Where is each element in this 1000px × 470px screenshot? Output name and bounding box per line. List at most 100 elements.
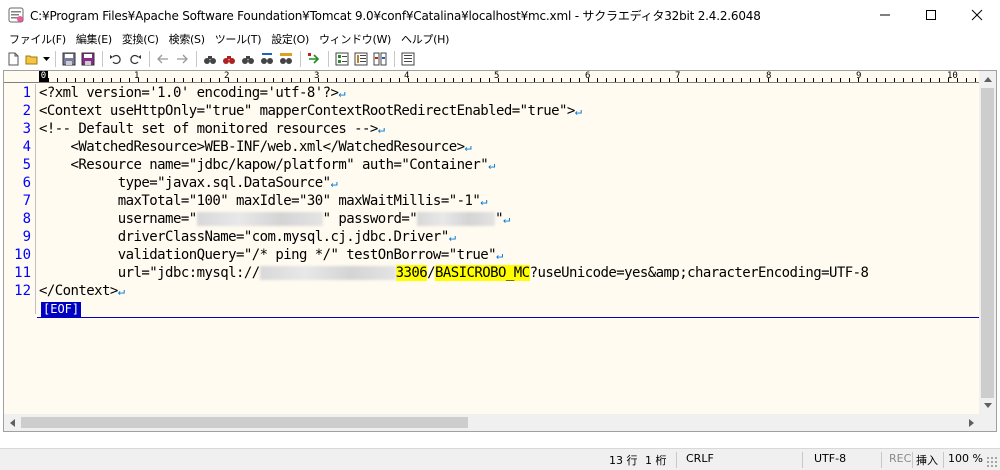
- open-file-button[interactable]: [23, 50, 41, 68]
- outline-button[interactable]: [333, 50, 351, 68]
- status-zoom[interactable]: 100 %: [948, 452, 983, 465]
- search-button[interactable]: [239, 50, 257, 68]
- highlighted-port: 3306: [395, 265, 428, 281]
- newline-mark: ↵: [377, 122, 385, 136]
- scroll-up-arrow[interactable]: [979, 71, 996, 88]
- status-separator: [802, 452, 803, 468]
- arrow-left-icon: [157, 54, 168, 64]
- vertical-scrollbar[interactable]: [979, 71, 996, 414]
- open-dropdown-button[interactable]: [42, 50, 50, 68]
- code-line: <!-- Default set of monitored resources …: [39, 120, 984, 138]
- menu-settings[interactable]: 設定(O): [266, 31, 314, 47]
- code-text: </Context>: [39, 283, 118, 299]
- horizontal-scrollbar[interactable]: [4, 414, 980, 431]
- status-bar: 13 行 1 桁 CRLF UTF-8 REC 挿入 100 %: [0, 448, 1000, 470]
- code-text: <Resource name="jdbc/kapow/platform" aut…: [39, 157, 489, 173]
- replace-button[interactable]: [258, 50, 276, 68]
- status-separator: [881, 452, 882, 468]
- ruler-mark: 9: [856, 71, 862, 81]
- save-button[interactable]: [60, 50, 78, 68]
- redo-button[interactable]: [126, 50, 144, 68]
- highlighted-database: BASICROBO_MC: [435, 265, 530, 281]
- sakura-editor-app-icon[interactable]: [8, 7, 24, 23]
- chevron-up-icon: [983, 77, 992, 82]
- chevron-down-icon: [42, 56, 50, 61]
- code-text: " password=": [322, 211, 418, 227]
- jump-forward-button[interactable]: [173, 50, 191, 68]
- menu-edit[interactable]: 編集(E): [71, 31, 117, 47]
- line-number: 9: [22, 229, 31, 245]
- menu-file[interactable]: ファイル(F): [4, 31, 71, 47]
- code-line: maxTotal="100" maxIdle="30" maxWaitMilli…: [39, 192, 984, 210]
- toolbar-separator: [328, 51, 329, 67]
- code-area[interactable]: <?xml version='1.0' encoding='utf-8'?>↵ …: [39, 84, 984, 300]
- ruler-mark: 4: [404, 71, 410, 81]
- save-as-button[interactable]: [79, 50, 97, 68]
- code-line: <?xml version='1.0' encoding='utf-8'?>↵: [39, 84, 984, 102]
- status-eol[interactable]: CRLF: [686, 452, 714, 465]
- outline-icon: [335, 52, 349, 66]
- scroll-right-arrow[interactable]: [963, 414, 980, 431]
- ruler-mark: 1: [134, 71, 140, 81]
- newline-mark: ↵: [495, 248, 503, 262]
- code-text: maxTotal="100" maxIdle="30" maxWaitMilli…: [39, 193, 481, 209]
- search-prev-button[interactable]: [201, 50, 219, 68]
- status-line: 13 行: [609, 454, 638, 467]
- vertical-scroll-thumb[interactable]: [981, 88, 994, 398]
- ruler-mark: 2: [224, 71, 230, 81]
- line-number: 6: [22, 175, 31, 191]
- new-file-button[interactable]: [4, 50, 22, 68]
- folder-open-icon: [25, 55, 38, 65]
- status-rec: REC: [889, 452, 912, 465]
- code-line: type="javax.sql.DataSource"↵: [39, 174, 984, 192]
- menu-window[interactable]: ウィンドウ(W): [314, 31, 396, 47]
- tag-jump-button[interactable]: [305, 50, 323, 68]
- editor-pane[interactable]: 0 1 2 3 4 5 6 7 8 9 10 1 2 3 4 5 6 7 8 9…: [3, 70, 997, 432]
- newline-mark: ↵: [488, 158, 495, 172]
- menu-convert[interactable]: 変換(C): [117, 31, 164, 47]
- eof-marker-wrap: [EOF]: [41, 302, 82, 317]
- settings-button[interactable]: [399, 50, 417, 68]
- scroll-corner: [979, 414, 996, 431]
- compare-button[interactable]: [371, 50, 389, 68]
- toolbar-separator: [300, 51, 301, 67]
- jump-back-button[interactable]: [154, 50, 172, 68]
- horizontal-scroll-thumb[interactable]: [21, 417, 468, 428]
- scroll-left-arrow[interactable]: [4, 414, 21, 431]
- code-text: <Context useHttpOnly="true" mapperContex…: [39, 103, 575, 119]
- search-next-button[interactable]: [220, 50, 238, 68]
- eof-marker: [EOF]: [41, 302, 82, 317]
- status-insert-mode[interactable]: 挿入: [916, 452, 938, 468]
- resize-grip[interactable]: [986, 456, 998, 468]
- code-text: username=": [39, 211, 197, 227]
- code-line: <Resource name="jdbc/kapow/platform" aut…: [39, 156, 984, 174]
- line-number: 10: [14, 247, 31, 263]
- ruler: 0 1 2 3 4 5 6 7 8 9 10: [4, 71, 980, 83]
- maximize-button[interactable]: [908, 0, 954, 30]
- chevron-left-icon: [10, 418, 15, 427]
- redo-icon: [130, 54, 141, 65]
- menu-search[interactable]: 検索(S): [164, 31, 210, 47]
- menu-help[interactable]: ヘルプ(H): [396, 31, 454, 47]
- ruler-ticks: [39, 78, 980, 82]
- close-button[interactable]: [954, 0, 1000, 30]
- minimize-button[interactable]: [862, 0, 908, 30]
- scroll-down-arrow[interactable]: [979, 397, 996, 414]
- undo-button[interactable]: [107, 50, 125, 68]
- line-number-gutter[interactable]: 1 2 3 4 5 6 7 8 9 10 11 12: [4, 84, 34, 324]
- redacted-host: [259, 266, 396, 280]
- code-text: driverClassName="com.mysql.cj.jdbc.Drive…: [39, 229, 449, 245]
- ruler-mark: 8: [766, 71, 772, 81]
- line-number: 1: [22, 85, 31, 101]
- status-encoding[interactable]: UTF-8: [814, 452, 846, 465]
- grep-button[interactable]: [277, 50, 295, 68]
- menu-tools[interactable]: ツール(T): [210, 31, 267, 47]
- code-text: ": [495, 211, 504, 227]
- redacted-password: [417, 212, 496, 226]
- code-line: <Context useHttpOnly="true" mapperContex…: [39, 102, 984, 120]
- newline-mark: ↵: [117, 284, 125, 298]
- new-file-icon: [8, 52, 19, 66]
- title-bar: C:¥Program Files¥Apache Software Foundat…: [0, 0, 1000, 30]
- list-button[interactable]: [352, 50, 370, 68]
- binoculars-icon: [242, 56, 254, 64]
